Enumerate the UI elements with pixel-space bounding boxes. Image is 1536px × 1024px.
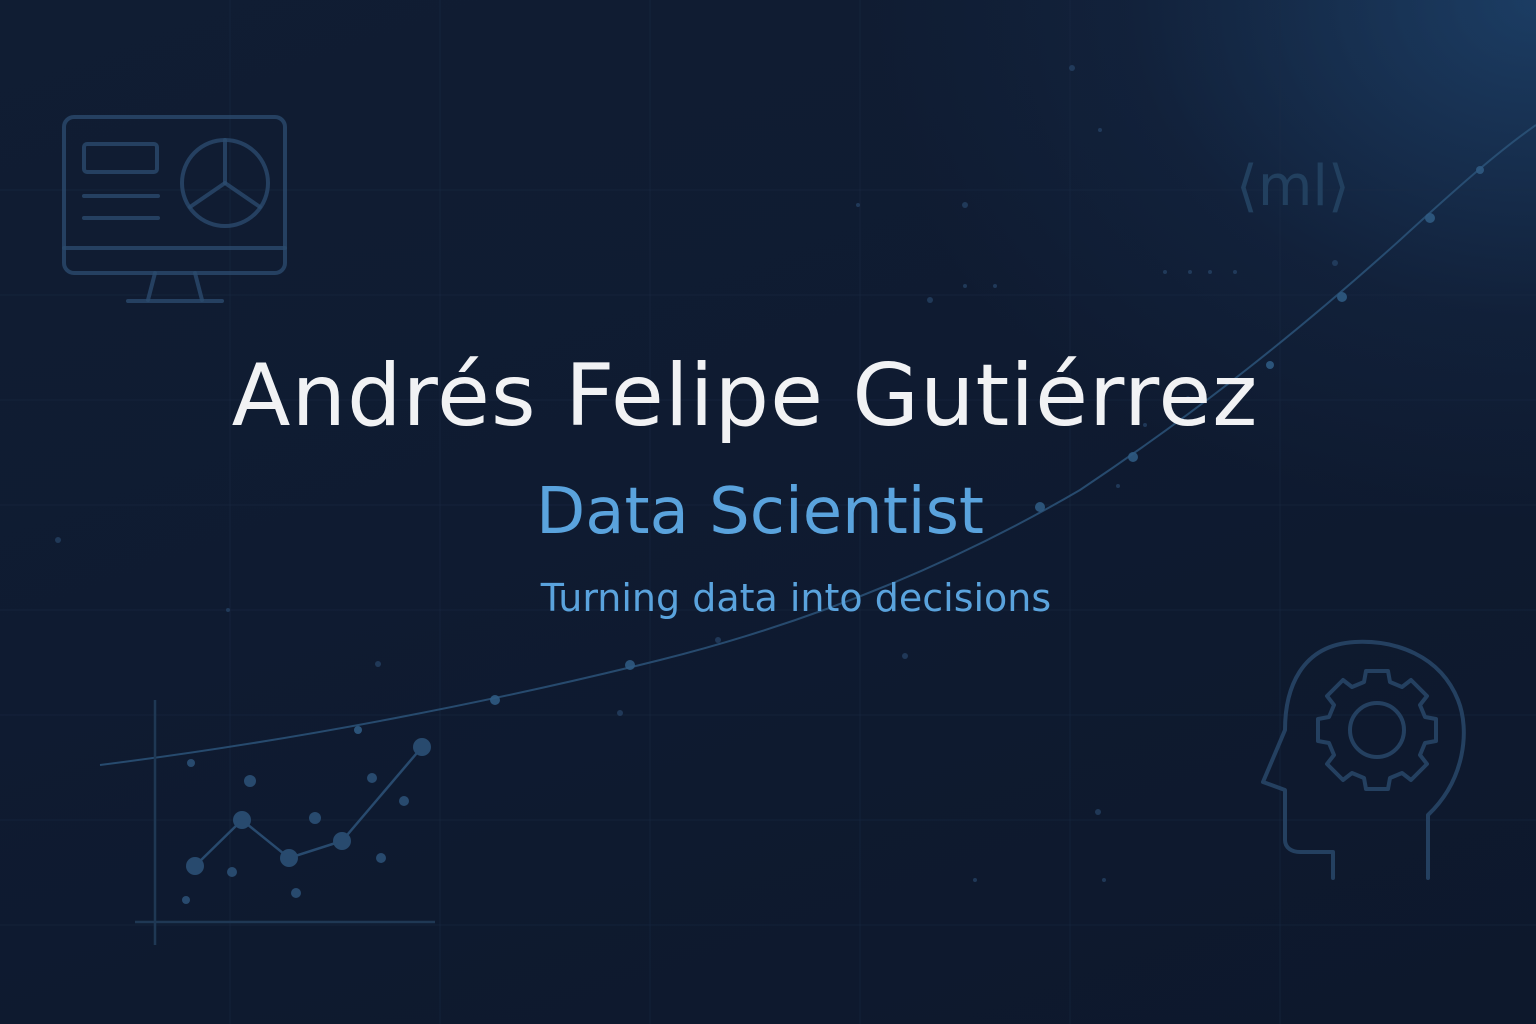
ml-code-tag-icon: ⟨ml⟩ xyxy=(1236,154,1350,219)
profile-name: Andrés Felipe Gutiérrez xyxy=(231,346,1259,446)
profile-banner: ⟨ml⟩ Andrés Felipe Gutiérrez Data Scient… xyxy=(0,0,1536,1024)
profile-tagline: Turning data into decisions xyxy=(540,576,1052,620)
scatter-plot-icon xyxy=(135,700,435,945)
svg-text:⟨ml⟩: ⟨ml⟩ xyxy=(1236,154,1350,219)
dashboard-monitor-icon xyxy=(62,115,287,303)
profile-role: Data Scientist xyxy=(536,475,984,549)
head-gear-icon xyxy=(1261,639,1466,880)
